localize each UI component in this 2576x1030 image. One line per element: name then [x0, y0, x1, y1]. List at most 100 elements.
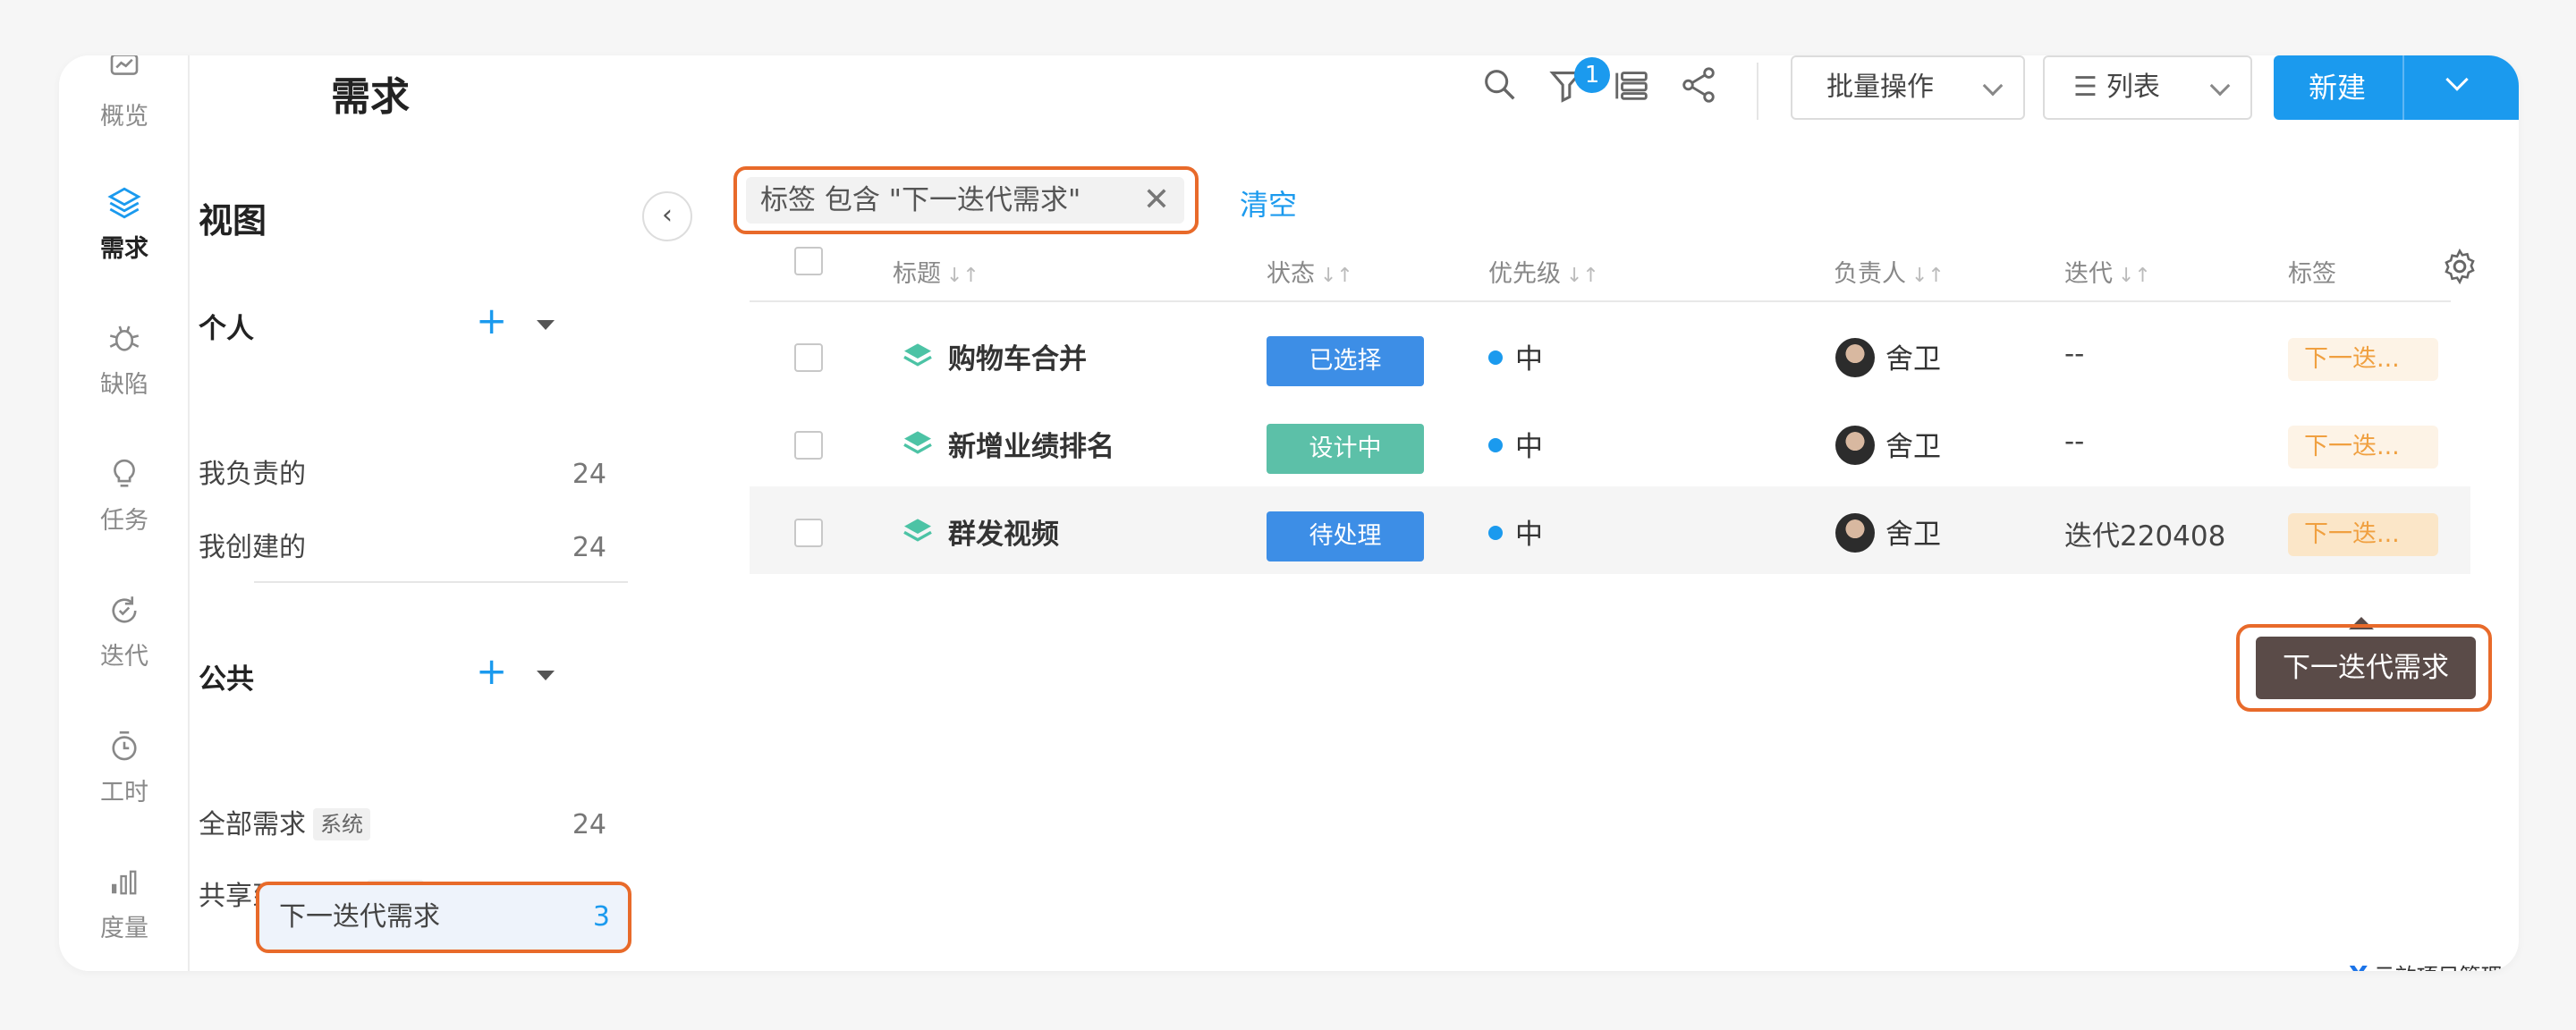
- status-badge[interactable]: 已选择: [1267, 336, 1424, 386]
- list-icon: ☰: [2073, 72, 2097, 103]
- view-item-my-owned[interactable]: 我负责的 24: [199, 452, 615, 497]
- tag-badge[interactable]: 下一迭...: [2288, 338, 2438, 381]
- bulb-icon: [114, 459, 135, 487]
- rail-label: 度量: [100, 915, 148, 942]
- rail-label: 需求: [100, 235, 148, 263]
- filter-chip-text: 标签 包含 "下一迭代需求": [760, 184, 1081, 216]
- add-public-view-button[interactable]: +: [476, 653, 507, 690]
- row-owner[interactable]: 舍卫: [1885, 424, 1941, 464]
- group-icon[interactable]: [1612, 64, 1653, 106]
- new-button[interactable]: 新建: [2274, 55, 2519, 120]
- row-iteration[interactable]: 迭代220408: [2064, 513, 2225, 553]
- section-personal-title: 个人: [199, 313, 254, 345]
- row-priority[interactable]: 中: [1515, 424, 1543, 464]
- left-rail: 概览 需求 缺陷 任务 迭代 工时 度量: [59, 55, 190, 971]
- row-owner[interactable]: 舍卫: [1885, 511, 1941, 552]
- rail-item-overview[interactable]: 概览: [59, 55, 190, 131]
- filter-chip[interactable]: 标签 包含 "下一迭代需求" ✕: [746, 177, 1184, 224]
- column-header-priority[interactable]: 优先级 ↓↑: [1488, 254, 1599, 289]
- view-item-count: 3: [592, 901, 610, 933]
- rail-label: 工时: [100, 779, 148, 806]
- row-title[interactable]: 购物车合并: [948, 336, 1087, 376]
- sort-icon: ↓↑: [1566, 265, 1599, 287]
- row-checkbox[interactable]: [794, 519, 823, 547]
- tag-badge[interactable]: 下一迭...: [2288, 513, 2438, 556]
- status-badge[interactable]: 待处理: [1267, 511, 1424, 561]
- avatar: [1835, 426, 1875, 465]
- table-row[interactable]: 新增业绩排名 设计中 中 舍卫 -- 下一迭...: [750, 399, 2470, 486]
- rail-item-iterations[interactable]: 迭代: [59, 592, 190, 671]
- tag-tooltip: 下一迭代需求: [2256, 637, 2476, 699]
- avatar: [1835, 338, 1875, 377]
- view-item-all-requirements[interactable]: 全部需求 系统 24: [199, 803, 615, 848]
- row-checkbox[interactable]: [794, 343, 823, 372]
- row-title[interactable]: 新增业绩排名: [948, 424, 1114, 464]
- system-badge: 系统: [313, 808, 370, 840]
- row-iteration[interactable]: --: [2064, 426, 2084, 458]
- view-item-label: 我创建的: [199, 532, 306, 563]
- rail-item-tasks[interactable]: 任务: [59, 456, 190, 536]
- avatar: [1835, 513, 1875, 553]
- share-icon[interactable]: [1678, 64, 1719, 106]
- new-button-label: 新建: [2308, 71, 2366, 105]
- status-badge[interactable]: 设计中: [1267, 424, 1424, 474]
- tag-badge[interactable]: 下一迭...: [2288, 426, 2438, 469]
- collapse-panel-button[interactable]: ‹: [642, 191, 692, 241]
- views-title: 视图: [199, 201, 267, 241]
- column-header-owner[interactable]: 负责人 ↓↑: [1834, 254, 1945, 289]
- view-item-count: 24: [572, 809, 606, 840]
- rail-item-requirements[interactable]: 需求: [59, 184, 190, 264]
- select-all-checkbox[interactable]: [794, 247, 823, 275]
- brand-name: 云效项目管理: [2374, 964, 2503, 971]
- priority-dot: [1488, 438, 1503, 452]
- rail-label: 概览: [100, 103, 148, 131]
- view-item-count: 24: [572, 459, 606, 490]
- brand-watermark: X 云效项目管理: [2349, 958, 2503, 971]
- row-iteration[interactable]: --: [2064, 338, 2084, 370]
- table-row[interactable]: 购物车合并 已选择 中 舍卫 -- 下一迭...: [750, 311, 2470, 399]
- caret-down-icon[interactable]: [537, 320, 555, 330]
- rail-label: 缺陷: [100, 371, 148, 399]
- caret-down-icon[interactable]: [537, 671, 555, 680]
- sort-icon: ↓↑: [946, 265, 979, 287]
- column-header-tags[interactable]: 标签: [2288, 254, 2336, 289]
- gear-icon[interactable]: [2440, 247, 2479, 286]
- requirement-icon: [903, 343, 932, 367]
- table-row[interactable]: 群发视频 待处理 中 舍卫 迭代220408 下一迭...: [750, 486, 2470, 574]
- add-personal-view-button[interactable]: +: [476, 302, 507, 340]
- row-priority[interactable]: 中: [1515, 511, 1543, 552]
- column-header-iteration[interactable]: 迭代 ↓↑: [2064, 254, 2151, 289]
- view-item-my-created[interactable]: 我创建的 24: [199, 526, 615, 570]
- row-checkbox[interactable]: [794, 431, 823, 460]
- batch-operations-button[interactable]: 批量操作: [1791, 55, 2025, 120]
- rail-item-metrics[interactable]: 度量: [59, 864, 190, 943]
- rail-item-defects[interactable]: 缺陷: [59, 320, 190, 400]
- column-header-title[interactable]: 标题 ↓↑: [893, 254, 979, 289]
- close-icon[interactable]: ✕: [1143, 177, 1170, 224]
- sort-icon: ↓↑: [1320, 265, 1353, 287]
- column-header-status[interactable]: 状态 ↓↑: [1267, 254, 1353, 289]
- app-window: 概览 需求 缺陷 任务 迭代 工时 度量 需求 视图 个人 + 我负责的 24 …: [59, 55, 2519, 971]
- row-title[interactable]: 群发视频: [948, 511, 1059, 552]
- view-mode-select[interactable]: ☰ 列表: [2043, 55, 2252, 120]
- clear-filter-link[interactable]: 清空: [1240, 182, 1297, 224]
- row-owner[interactable]: 舍卫: [1885, 336, 1941, 376]
- search-icon[interactable]: [1479, 64, 1521, 106]
- view-mode-label: 列表: [2106, 72, 2160, 103]
- row-priority[interactable]: 中: [1515, 336, 1543, 376]
- rail-item-worktime[interactable]: 工时: [59, 728, 190, 807]
- priority-dot: [1488, 350, 1503, 365]
- batch-operations-label: 批量操作: [1826, 72, 1934, 103]
- section-public-title: 公共: [199, 663, 254, 696]
- sort-icon: ↓↑: [2118, 265, 2151, 287]
- tooltip-highlight: 下一迭代需求: [2236, 624, 2492, 712]
- chevron-down-icon[interactable]: [2445, 68, 2469, 91]
- priority-dot: [1488, 526, 1503, 540]
- sort-icon: ↓↑: [1911, 265, 1945, 287]
- view-item-label: 全部需求: [199, 809, 306, 840]
- view-item-next-iteration[interactable]: 下一迭代需求 3: [256, 882, 631, 953]
- toolbar-separator: [1757, 63, 1758, 120]
- requirement-icon: [903, 431, 932, 454]
- timer-icon: [112, 730, 137, 761]
- bug-icon: [109, 325, 140, 351]
